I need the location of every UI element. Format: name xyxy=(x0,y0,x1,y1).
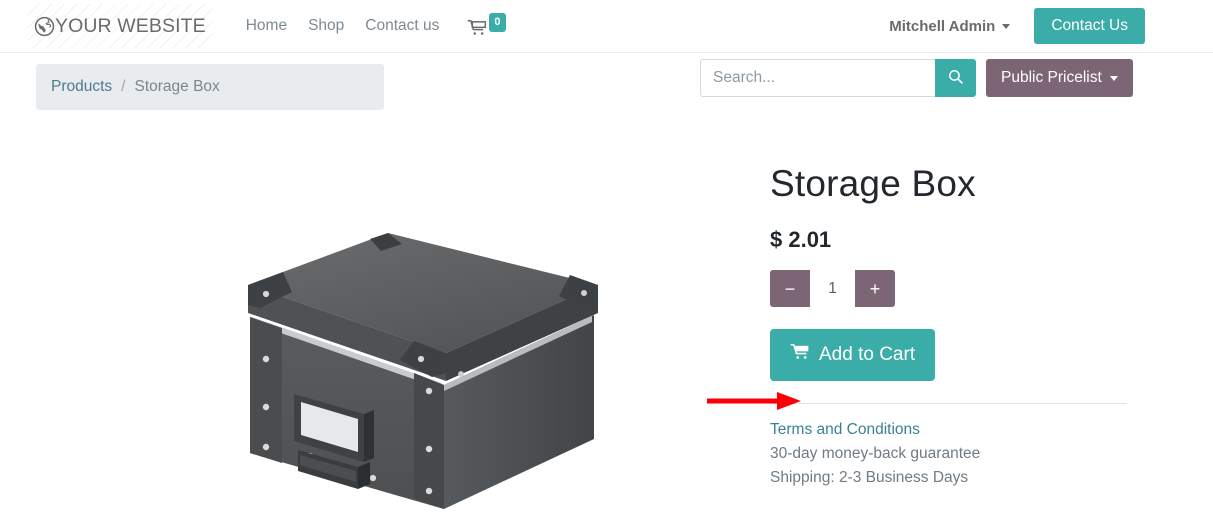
quantity-input[interactable] xyxy=(810,270,855,307)
breadcrumb-products-link[interactable]: Products xyxy=(51,78,112,96)
main-navigation: Home Shop Contact us xyxy=(246,17,440,35)
money-back-guarantee-text: 30-day money-back guarantee xyxy=(770,445,981,463)
cart-count-badge: 0 xyxy=(489,13,506,32)
page-body: Products / Storage Box Search... Public … xyxy=(0,53,1213,523)
add-to-cart-button[interactable]: Add to Cart xyxy=(770,329,936,381)
search-input[interactable] xyxy=(700,59,935,97)
site-header: YOUR WEBSITE Home Shop Contact us 0 Mitc… xyxy=(0,0,1213,53)
quantity-increase-button[interactable]: + xyxy=(855,270,895,307)
cart-link[interactable]: 0 xyxy=(467,13,506,39)
search-group xyxy=(700,59,976,97)
contact-us-button[interactable]: Contact Us xyxy=(1034,8,1145,44)
breadcrumb-current: Storage Box xyxy=(134,78,220,95)
breadcrumb: Products / Storage Box xyxy=(36,64,384,110)
pricelist-dropdown-button[interactable]: Public Pricelist xyxy=(986,59,1133,97)
add-to-cart-label: Add to Cart xyxy=(819,344,916,365)
nav-item-contact-us[interactable]: Contact us xyxy=(365,17,439,35)
product-info-column: Public Pricelist Storage Box $ 2.01 − + xyxy=(690,53,1213,523)
user-menu[interactable]: Mitchell Admin xyxy=(889,17,1011,35)
shipping-info-text: Shipping: 2-3 Business Days xyxy=(770,469,969,487)
pricelist-label: Public Pricelist xyxy=(1001,69,1102,86)
quantity-decrease-button[interactable]: − xyxy=(770,270,810,307)
nav-item-shop[interactable]: Shop xyxy=(308,17,344,35)
search-and-pricelist-row: Public Pricelist xyxy=(700,59,1133,97)
header-right-group: Mitchell Admin Contact Us xyxy=(889,8,1145,44)
site-logo[interactable]: YOUR WEBSITE xyxy=(28,4,212,48)
quantity-stepper: − + xyxy=(770,270,895,307)
search-button[interactable] xyxy=(935,59,976,97)
product-image[interactable] xyxy=(178,213,638,523)
breadcrumb-separator: / xyxy=(121,78,126,95)
chevron-down-icon xyxy=(1109,75,1118,81)
product-title: Storage Box xyxy=(770,163,976,204)
site-logo-text: YOUR WEBSITE xyxy=(55,14,206,37)
shopping-cart-icon xyxy=(790,342,810,368)
section-divider xyxy=(770,403,1127,404)
search-icon xyxy=(947,68,964,88)
product-image-column: Products / Storage Box xyxy=(0,53,690,523)
shopping-cart-icon xyxy=(467,13,487,38)
user-menu-label: Mitchell Admin xyxy=(889,17,996,35)
globe-icon xyxy=(34,16,55,37)
product-detail: Storage Box $ 2.01 − + Add to Cart xyxy=(770,163,1210,490)
terms-and-conditions-link[interactable]: Terms and Conditions xyxy=(770,418,1210,442)
nav-item-home[interactable]: Home xyxy=(246,17,287,35)
chevron-down-icon xyxy=(1002,23,1011,29)
product-price: $ 2.01 xyxy=(770,227,832,252)
